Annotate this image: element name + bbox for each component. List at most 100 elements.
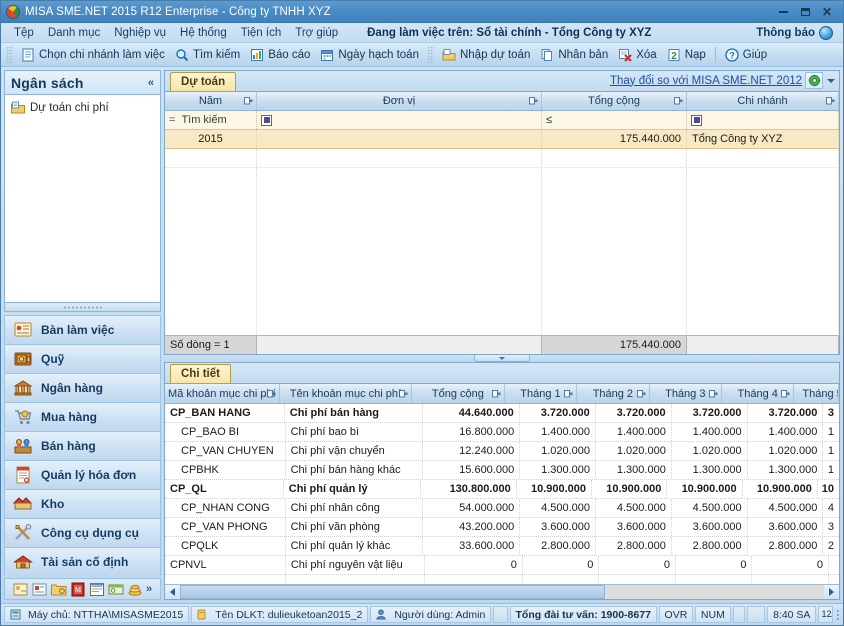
- budget-icon[interactable]: [50, 582, 67, 597]
- table-row[interactable]: CP_VAN PHONG Chi phí văn phòng 43.200.000 3…: [165, 518, 839, 537]
- filter-cell-nam[interactable]: = Tìm kiếm: [165, 111, 257, 129]
- master-grid-body[interactable]: 2015 175.440.000 Tổng Công ty XYZ: [165, 130, 839, 335]
- menu-item-tep[interactable]: Tệp: [7, 25, 41, 41]
- scroll-thumb[interactable]: [180, 585, 606, 599]
- tax-icon[interactable]: [89, 582, 105, 597]
- column-header-ten-khoan-muc[interactable]: Tên khoản mục chi phí: [280, 384, 413, 403]
- notification-area[interactable]: Thông báo: [756, 25, 843, 40]
- splitter-handle[interactable]: [474, 355, 530, 362]
- overflow-more-button[interactable]: »: [146, 583, 152, 594]
- scroll-right-arrow-icon[interactable]: [824, 585, 839, 599]
- table-row[interactable]: CPQLK Chi phí quản lý khác 33.600.000 2.800…: [165, 537, 839, 556]
- column-header-thang-4[interactable]: Tháng 4: [722, 384, 795, 403]
- scroll-left-arrow-icon[interactable]: [165, 585, 180, 599]
- table-row[interactable]: CP_BAN HANG Chi phí bán hàng 44.640.000 3.7…: [165, 404, 839, 423]
- cell-tong-cong: 16.800.000: [423, 423, 521, 441]
- toolbar-button-giup[interactable]: ? Giúp: [720, 45, 772, 65]
- column-header-thang-3[interactable]: Tháng 3: [650, 384, 722, 403]
- status-server-label: Máy chủ: NTTHA\MISASME2015: [28, 608, 184, 621]
- panel-splitter[interactable]: [164, 355, 840, 362]
- menu-item-tro-giup[interactable]: Trợ giúp: [288, 25, 345, 41]
- table-row[interactable]: CP_BAO BI Chi phí bao bì 16.800.000 1.400.0…: [165, 423, 839, 442]
- cost-icon[interactable]: [32, 582, 48, 597]
- column-header-nam[interactable]: Năm: [165, 92, 257, 110]
- navigation-resize-grip[interactable]: [4, 303, 161, 312]
- copy-icon: [540, 48, 554, 62]
- toolbar-button-tim-kiem[interactable]: Tìm kiếm: [170, 45, 245, 65]
- filter-cell-tong-cong[interactable]: ≤: [542, 111, 687, 129]
- tab-du-toan[interactable]: Dự toán: [170, 72, 237, 91]
- toolbar-button-ngay-hach-toan[interactable]: Ngày hạch toán: [315, 45, 424, 65]
- detail-horizontal-scrollbar[interactable]: [165, 584, 839, 599]
- table-row[interactable]: CPBHK Chi phí bán hàng khác 15.600.000 1.30…: [165, 461, 839, 480]
- toolbar-button-nhap-du-toan[interactable]: Nhập dự toán: [437, 45, 535, 65]
- cell-thang-4: 1.300.000: [748, 461, 824, 479]
- filter-cell-chi-nhanh[interactable]: [687, 111, 839, 129]
- sidebar-item-ban-hang[interactable]: Bán hàng: [4, 431, 161, 460]
- chevron-down-icon[interactable]: [827, 78, 835, 83]
- sidebar-item-quy[interactable]: Quỹ: [4, 344, 161, 373]
- sidebar-item-ngan-hang[interactable]: Ngân hàng: [4, 373, 161, 402]
- minimize-button[interactable]: [773, 4, 793, 20]
- contract-icon[interactable]: [108, 582, 124, 597]
- search-input[interactable]: Tìm kiếm: [181, 114, 226, 126]
- pin-icon: [244, 97, 253, 105]
- column-header-chi-nhanh[interactable]: Chi nhánh: [687, 92, 839, 110]
- column-header-tong-cong[interactable]: Tổng cộng: [412, 384, 505, 403]
- table-row[interactable]: 2015 175.440.000 Tổng Công ty XYZ: [165, 130, 839, 149]
- toolbar-button-nhan-ban[interactable]: Nhân bản: [535, 45, 613, 65]
- status-user-label: Người dùng: Admin: [394, 608, 486, 621]
- filter-cell-don-vi[interactable]: [257, 111, 542, 129]
- cell-thang-2: 3.720.000: [596, 404, 672, 422]
- maximize-button[interactable]: [795, 4, 815, 20]
- user-icon: [376, 609, 390, 620]
- menu-item-nghiep-vu[interactable]: Nghiệp vụ: [107, 25, 173, 41]
- chevron-double-left-icon[interactable]: «: [148, 77, 154, 89]
- filter-button-icon[interactable]: [261, 114, 272, 126]
- toolbar-button-xoa[interactable]: Xóa: [613, 45, 661, 65]
- whats-changed-link[interactable]: Thay đổi so với MISA SME.NET 2012: [610, 75, 802, 87]
- sidebar-item-du-toan-chi-phi[interactable]: Dự toán chi phí: [7, 99, 158, 117]
- toolbar-button-chon-chi-nhanh[interactable]: Chọn chi nhánh làm việc: [16, 45, 170, 65]
- sidebar-item-kho[interactable]: Kho: [4, 489, 161, 518]
- wage-icon[interactable]: [13, 582, 29, 597]
- menu-item-danh-muc[interactable]: Danh mục: [41, 25, 107, 41]
- empty-rows-area[interactable]: [165, 149, 839, 335]
- column-header-don-vi[interactable]: Đơn vị: [257, 92, 542, 110]
- menu-item-he-thong[interactable]: Hệ thống: [173, 25, 234, 41]
- fixed-asset-icon: [12, 552, 34, 572]
- sidebar-item-mua-hang[interactable]: Mua hàng: [4, 402, 161, 431]
- sidebar-item-ban-lam-viec[interactable]: Bàn làm việc: [4, 315, 161, 344]
- detail-grid-body[interactable]: CP_BAN HANG Chi phí bán hàng 44.640.000 3.7…: [165, 404, 839, 584]
- column-header-thang-2[interactable]: Tháng 2: [577, 384, 650, 403]
- toolbar-grip-2[interactable]: [426, 46, 434, 63]
- column-header-ma-khoan-muc[interactable]: Mã khoản mục chi phí: [165, 384, 280, 403]
- empty-row[interactable]: [165, 575, 839, 584]
- scroll-track[interactable]: [180, 585, 824, 599]
- close-button[interactable]: ✕: [817, 4, 837, 20]
- toolbar-button-bao-cao[interactable]: Báo cáo: [245, 45, 315, 65]
- toolbar-grip[interactable]: [6, 46, 13, 63]
- column-header-thang-1[interactable]: Tháng 1: [505, 384, 578, 403]
- resize-grip-icon[interactable]: [837, 608, 840, 621]
- filter-button-icon[interactable]: [691, 114, 702, 126]
- table-row[interactable]: CP_NHAN CONG Chi phí nhân công 54.000.000 4…: [165, 499, 839, 518]
- toolbar-separator: [714, 47, 716, 62]
- column-header-thang-5[interactable]: Tháng 5: [794, 384, 839, 403]
- sidebar-item-tai-san-co-dinh[interactable]: Tài sản cố định: [4, 547, 161, 576]
- sidebar-item-quan-ly-hoa-don[interactable]: Quản lý hóa đơn: [4, 460, 161, 489]
- menu-item-tien-ich[interactable]: Tiện ích: [234, 25, 288, 41]
- sidebar-item-cong-cu-dung-cu[interactable]: Công cụ dụng cụ: [4, 518, 161, 547]
- ledger-icon[interactable]: M: [70, 582, 86, 597]
- table-row[interactable]: CPNVL Chi phí nguyên vật liệu 0 0 0 0 0: [165, 556, 839, 575]
- filter-operator-icon[interactable]: =: [169, 114, 175, 126]
- tab-chi-tiet[interactable]: Chi tiết: [170, 364, 231, 383]
- column-header-tong-cong[interactable]: Tổng cộng: [542, 92, 687, 110]
- filter-operator-le[interactable]: ≤: [546, 114, 552, 126]
- gear-icon[interactable]: [805, 72, 823, 89]
- table-row[interactable]: CP_QL Chi phí quản lý 130.800.000 10.900.00…: [165, 480, 839, 499]
- coins-icon[interactable]: [127, 582, 143, 597]
- toolbar-button-nap[interactable]: 2 Nạp: [662, 45, 711, 65]
- table-row[interactable]: CP_VAN CHUYEN Chi phí vận chuyển 12.240.00…: [165, 442, 839, 461]
- cell-tong-cong: 54.000.000: [423, 499, 521, 517]
